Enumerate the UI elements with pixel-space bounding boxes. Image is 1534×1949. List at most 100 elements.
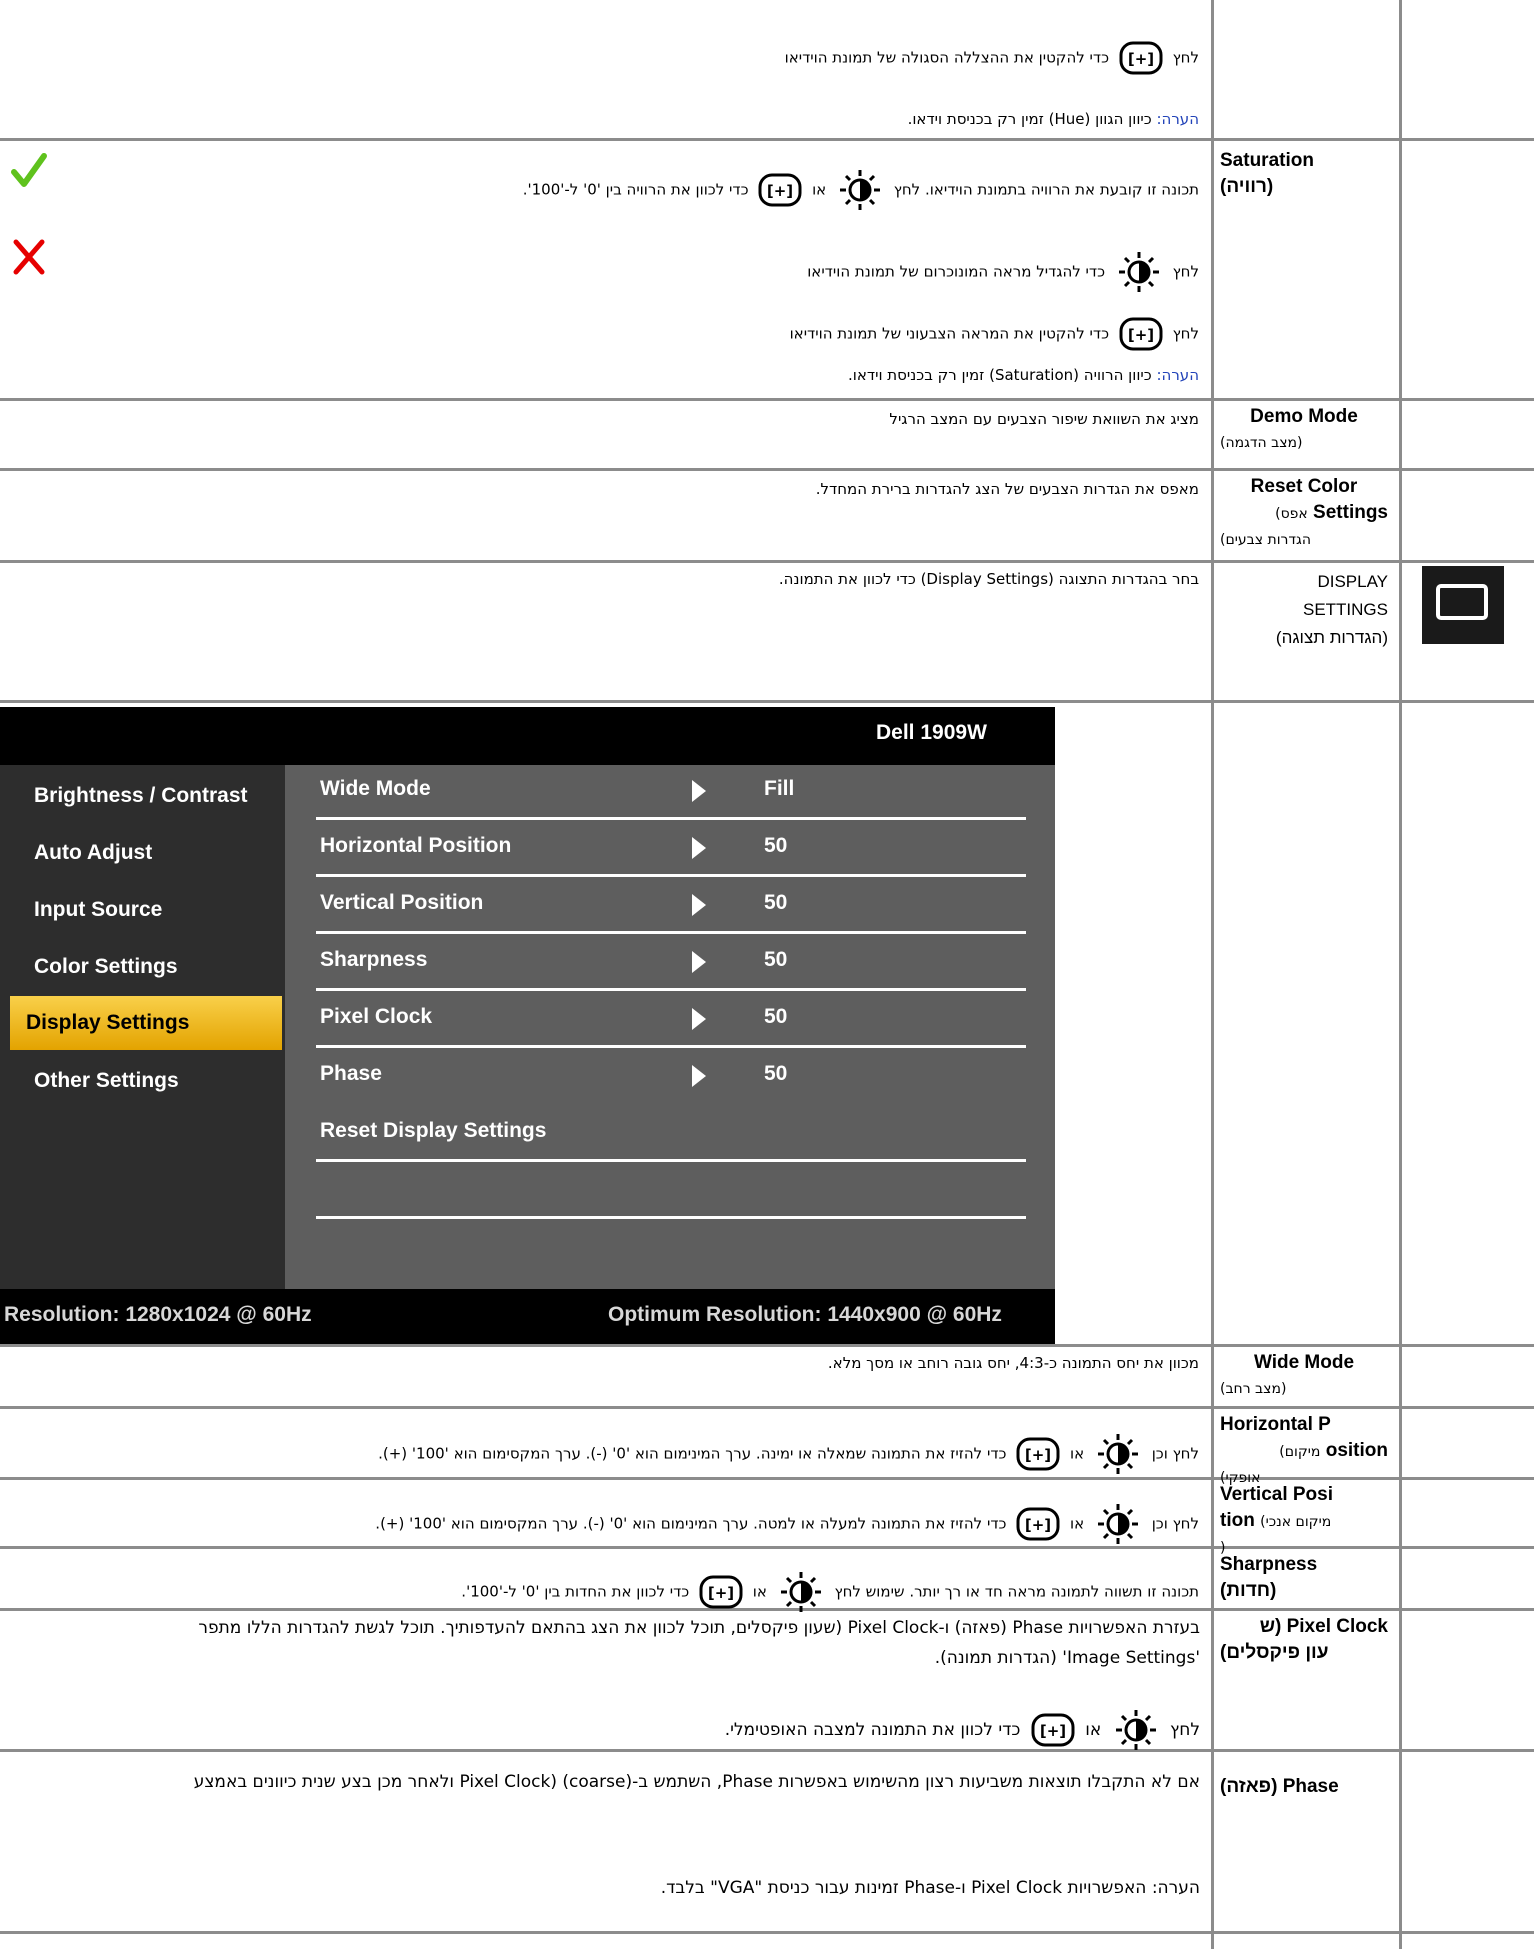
demo-mode-name: Demo Mode (מצב הדגמה): [1220, 404, 1388, 456]
checkmark-icon[interactable]: [11, 153, 47, 187]
chevron-up-icon[interactable]: [14, 23, 44, 41]
osd-row-label: Wide Mode: [320, 777, 431, 800]
phase-line1: אם לא התקבלו תוצאות משביעות רצון מהשימוש…: [193, 1772, 1200, 1792]
close-icon[interactable]: [13, 239, 45, 275]
vertical-position-name-en2: tion: [1220, 1510, 1255, 1531]
row-separator: [0, 138, 1534, 141]
hue-press-label: לחץ: [1172, 48, 1199, 67]
vertical-position-name-he1: (מיקום אנכי: [1260, 1514, 1332, 1530]
osd-row-divider: [316, 874, 1026, 877]
horizontal-position-name-he1: (מיקום: [1279, 1444, 1321, 1460]
display-settings-name-3: (הגדרות תצוגה): [1275, 628, 1388, 647]
input-source-button-icon: [+]: [1016, 1507, 1060, 1541]
osd-row-pixel-clock[interactable]: Pixel Clock 50: [316, 993, 1026, 1048]
reset-color-name-en1: Reset Color: [1250, 476, 1358, 497]
osd-row-wide-mode[interactable]: Wide Mode Fill: [316, 765, 1026, 820]
osd-menu-other-settings[interactable]: Other Settings: [20, 1056, 280, 1106]
sharpness-text-b: כדי לכוון את החדות בין '0' ל-'100'.: [461, 1582, 690, 1601]
arrow-right-icon: [692, 1065, 706, 1087]
osd-row-label: Pixel Clock: [320, 1005, 433, 1028]
or-label: או: [1085, 1720, 1102, 1740]
osd-title-bar: Dell 1909W: [0, 707, 1055, 763]
arrow-right-icon: [692, 780, 706, 802]
brightness-button-icon: [780, 1572, 821, 1612]
svg-text:[+]: [+]: [1025, 1516, 1051, 1534]
arrow-right-icon: [692, 837, 706, 859]
hue-note: הערה: כיוון הגוון (Hue) זמין רק בכניסת ו…: [908, 108, 1199, 130]
horizontal-position-text: לחץ וכן או [+] כדי להזיז את התמונה שמאלה…: [378, 1432, 1199, 1476]
osd-row-divider: [316, 1216, 1026, 1219]
saturation-name: Saturation (רוויה): [1220, 148, 1388, 200]
osd-optimum-resolution: Optimum Resolution: 1440x900 @ 60Hz: [608, 1303, 1002, 1326]
saturation-name-en: Saturation: [1220, 150, 1314, 171]
osd-row-value: 50: [764, 1062, 788, 1085]
svg-text:[+]: [+]: [767, 182, 793, 200]
osd-row-label: Reset Display Settings: [320, 1119, 547, 1142]
press-label: לחץ: [1172, 324, 1199, 343]
pixel-clock-name-2: עון פיקסלים): [1220, 1642, 1329, 1663]
pixel-clock-line2: 'Image Settings' (הגדרות תמונה).: [934, 1648, 1200, 1668]
osd-row-label: Phase: [320, 1062, 382, 1085]
chevron-down-icon[interactable]: [14, 101, 44, 119]
brightness-button-icon: [1097, 1434, 1138, 1474]
horizontal-position-name-en2: osition: [1325, 1440, 1388, 1461]
vertical-position-text: לחץ וכן או [+] כדי להזיז את התמונה למעלה…: [375, 1502, 1199, 1546]
osd-row-vertical-position[interactable]: Vertical Position 50: [316, 879, 1026, 934]
or-label: או: [1070, 1444, 1085, 1463]
osd-menu-input-source[interactable]: Input Source: [20, 885, 280, 935]
note-label: הערה:: [1156, 110, 1199, 128]
svg-text:[+]: [+]: [1040, 1722, 1066, 1740]
pixel-clock-line3: לחץ או [+] כדי לכוון את התמונה למצבה האו…: [725, 1708, 1200, 1752]
osd-footer: Resolution: 1280x1024 @ 60Hz Optimum Res…: [0, 1289, 1055, 1344]
osd-row-phase[interactable]: Phase 50: [316, 1050, 1024, 1105]
press-label: לחץ: [1172, 262, 1199, 281]
saturation-line3: לחץ [+] כדי להקטין את המראה הצבעוני של ת…: [790, 316, 1199, 352]
pixel-clock-line1: בעזרת האפשרויות Phase (פאזה) ו-Pixel Clo…: [198, 1618, 1200, 1638]
horizontal-position-name: Horizontal P (מיקום osition אופקי): [1220, 1412, 1388, 1491]
note-label: הערה:: [1156, 366, 1199, 384]
pixel-clock-line3-b: כדי לכוון את התמונה למצבה האופטימלי.: [724, 1720, 1021, 1740]
arrow-right-icon: [692, 951, 706, 973]
osd-row-reset-display-settings[interactable]: Reset Display Settings: [316, 1107, 1026, 1162]
reset-color-text: מאפס את הגדרות הצבעים של הצג להגדרות ברי…: [815, 480, 1199, 498]
saturation-line1: תכונה זו קובעת את הרוויה בתמונת הוידיאו.…: [523, 168, 1199, 212]
table-border-mid: [1211, 0, 1214, 1949]
osd-menu-brightness-contrast[interactable]: Brightness / Contrast: [20, 771, 280, 821]
input-source-button-icon: [+]: [1016, 1437, 1060, 1471]
osd-row-value: 50: [764, 891, 788, 914]
osd-row-divider: [316, 931, 1026, 934]
input-source-button-icon: [+]: [1119, 41, 1163, 75]
osd-menu-color-settings[interactable]: Color Settings: [20, 942, 280, 992]
reset-color-name-en2: Settings: [1313, 502, 1388, 523]
osd-menu-screenshot: Dell 1909W Brightness / Contrast Auto Ad…: [0, 707, 1055, 1344]
sharpness-name: Sharpness (חדות): [1220, 1552, 1388, 1604]
wide-mode-name-he: (מצב רחב): [1220, 1381, 1287, 1397]
pixel-clock-cell: בעזרת האפשרויות Phase (פאזה) ו-Pixel Clo…: [0, 1612, 1200, 1752]
or-label: או: [812, 180, 827, 199]
saturation-name-he: (רוויה): [1220, 176, 1274, 197]
wide-mode-name: Wide Mode (מצב רחב): [1220, 1350, 1388, 1402]
hue-reduce-text: כדי להקטין את ההצללה הסגולה של תמונת הוי…: [784, 48, 1110, 67]
display-settings-name-1: DISPLAY: [1317, 572, 1388, 591]
press-label: לחץ: [1170, 1720, 1200, 1740]
osd-row-empty: [316, 1164, 1026, 1219]
osd-menu-display-settings[interactable]: Display Settings: [10, 996, 282, 1050]
osd-button-column: [0, 0, 1534, 294]
or-label: או: [1070, 1514, 1085, 1533]
demo-mode-text: מציג את השוואת שיפור הצבעים עם המצב הרגי…: [889, 410, 1199, 428]
osd-row-label: Horizontal Position: [320, 834, 512, 857]
arrow-right-icon: [692, 1008, 706, 1030]
reset-color-name: Reset Color (אפס Settings הגדרות צבעים): [1220, 474, 1388, 553]
osd-menu-auto-adjust[interactable]: Auto Adjust: [20, 828, 280, 878]
osd-row-horizontal-position[interactable]: Horizontal Position 50: [316, 822, 1026, 877]
row-separator: [0, 560, 1534, 563]
osd-row-sharpness[interactable]: Sharpness 50: [316, 936, 1026, 991]
osd-row-divider: [316, 1045, 1026, 1048]
brightness-button-icon: [1118, 252, 1159, 292]
brightness-button-icon: [1115, 1710, 1156, 1750]
osd-row-divider: [316, 988, 1026, 991]
input-source-button-icon: [+]: [1119, 317, 1163, 351]
pixel-clock-name-1: Pixel Clock (ש: [1259, 1616, 1388, 1637]
press-label: לחץ וכן: [1151, 1514, 1199, 1533]
sharpness-text-a: תכונה זו תשווה לתמונה מראה חד או רך יותר…: [834, 1582, 1199, 1601]
